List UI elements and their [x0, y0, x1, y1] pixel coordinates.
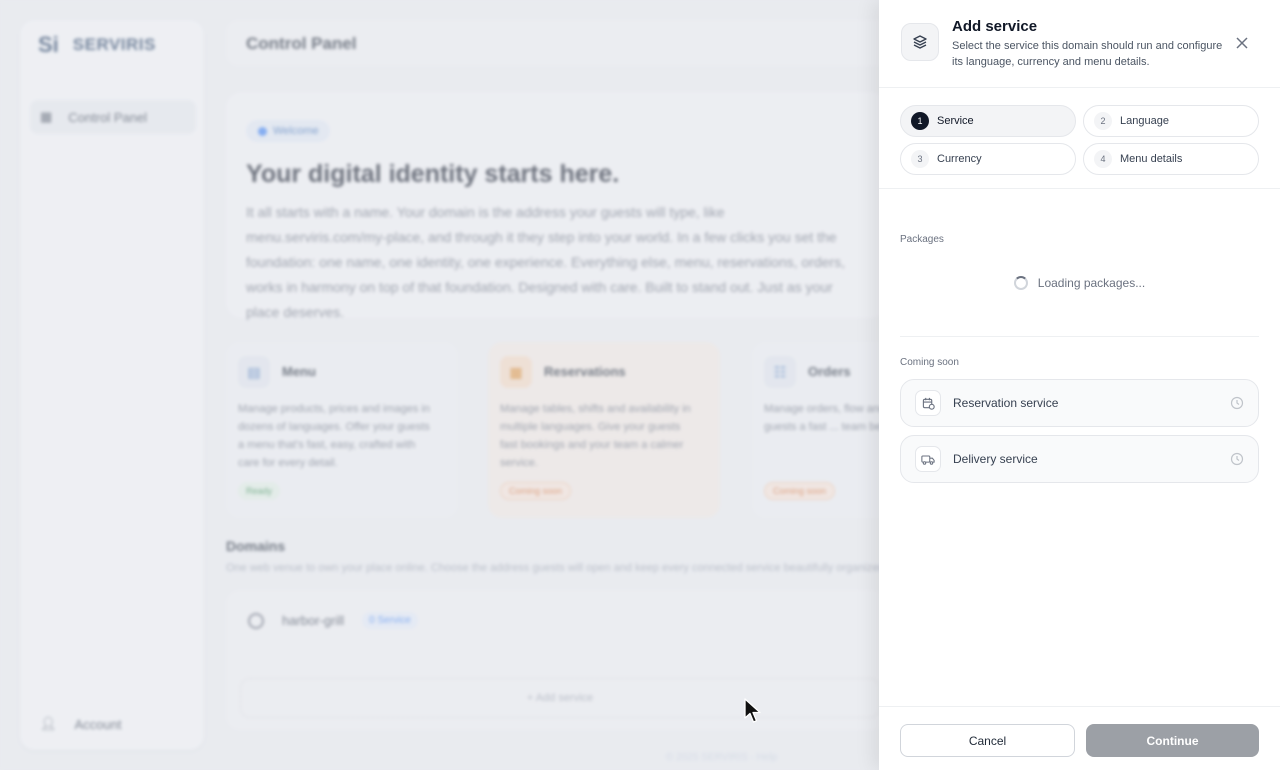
step-service[interactable]: 1 Service	[900, 105, 1076, 137]
step-label: Service	[937, 115, 974, 127]
clock-icon	[1230, 452, 1244, 466]
cancel-button[interactable]: Cancel	[900, 724, 1075, 757]
close-icon[interactable]	[1231, 32, 1253, 54]
loading-text: Loading packages...	[1037, 276, 1146, 290]
step-number: 2	[1094, 112, 1112, 130]
delivery-service-option: Delivery service	[900, 435, 1259, 483]
step-number: 4	[1094, 150, 1112, 168]
step-currency[interactable]: 3 Currency	[900, 143, 1076, 175]
continue-button[interactable]: Continue	[1086, 724, 1259, 757]
drawer-description: Select the service this domain should ru…	[952, 40, 1223, 68]
coming-soon-label: Coming soon	[900, 357, 959, 368]
packages-label: Packages	[900, 234, 944, 245]
drawer-header: Add service Select the service this doma…	[879, 0, 1280, 88]
loading-indicator: Loading packages...	[879, 276, 1280, 290]
divider	[879, 188, 1280, 189]
reservation-service-option: Reservation service	[900, 379, 1259, 427]
step-number: 1	[911, 112, 929, 130]
step-label: Language	[1120, 115, 1169, 127]
clock-icon	[1230, 396, 1244, 410]
add-service-drawer: Add service Select the service this doma…	[879, 0, 1280, 770]
mouse-cursor-icon	[744, 698, 761, 723]
divider	[900, 336, 1259, 337]
spinner-icon	[1013, 276, 1028, 290]
step-menu-details[interactable]: 4 Menu details	[1083, 143, 1259, 175]
step-number: 3	[911, 150, 929, 168]
truck-icon	[915, 446, 941, 472]
service-label: Reservation service	[953, 396, 1059, 410]
calendar-clock-icon	[915, 390, 941, 416]
service-label: Delivery service	[953, 452, 1038, 466]
layers-icon	[901, 23, 939, 61]
step-label: Currency	[937, 153, 982, 165]
step-label: Menu details	[1120, 153, 1183, 165]
step-language[interactable]: 2 Language	[1083, 105, 1259, 137]
drawer-title: Add service	[952, 18, 1038, 35]
drawer-footer: Cancel Continue	[879, 706, 1280, 770]
